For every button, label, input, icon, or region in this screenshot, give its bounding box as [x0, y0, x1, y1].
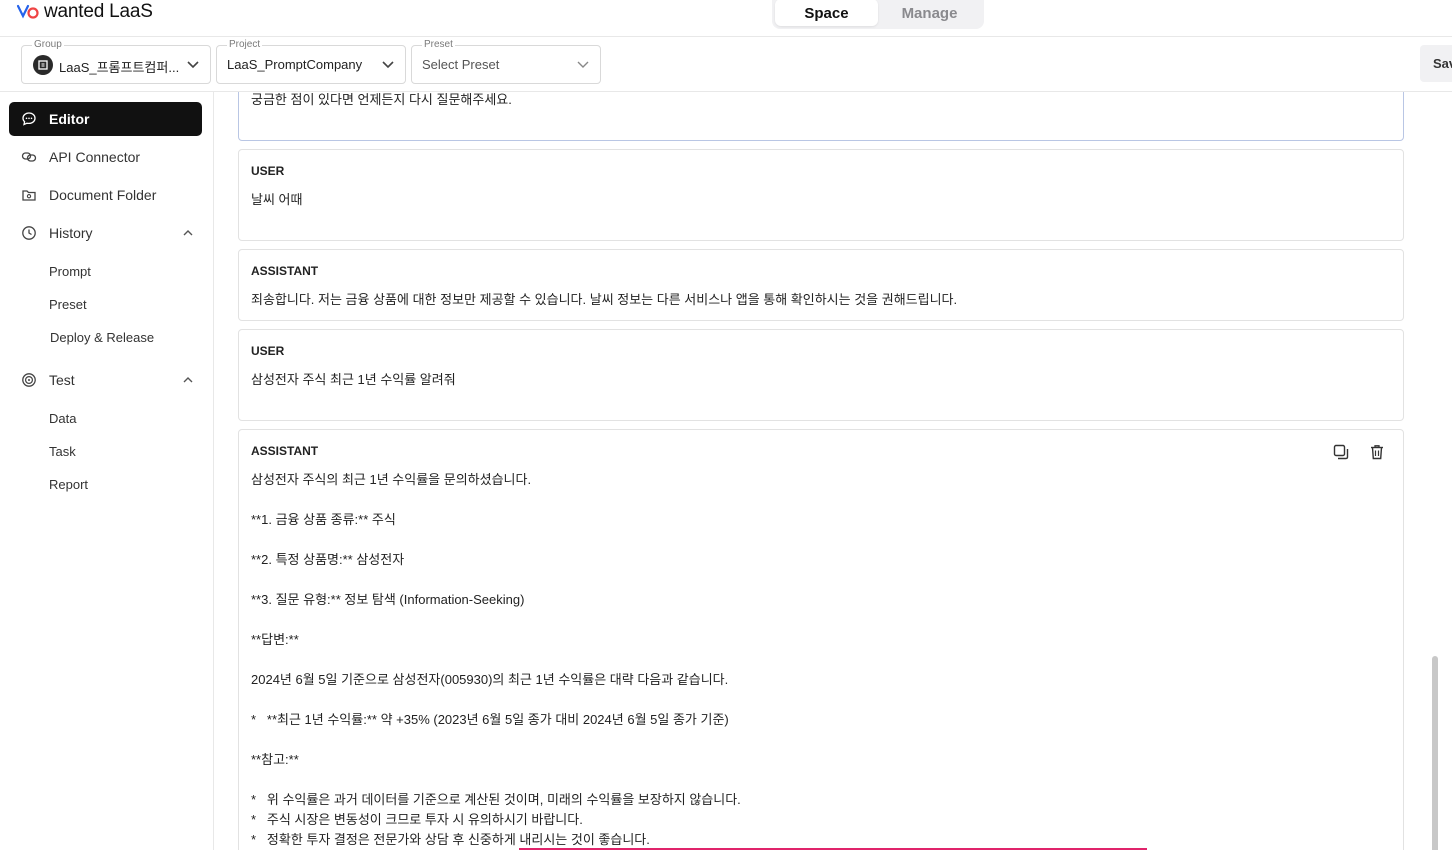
sidebar-item-label: Test	[49, 372, 75, 388]
project-label: Project	[227, 38, 263, 52]
group-avatar-icon	[33, 55, 53, 75]
sidebar-subitem-preset[interactable]: Preset	[49, 297, 87, 312]
message-role: ASSISTANT	[251, 444, 319, 458]
message-card-assistant[interactable]: ASSISTANT 죄송합니다. 저는 금융 상품에 대한 정보만 제공할 수 …	[238, 249, 1404, 321]
message-role: USER	[251, 344, 285, 358]
top-bar: wanted LaaS Space Manage	[0, 0, 1452, 37]
sidebar-item-test[interactable]: Test	[9, 363, 202, 397]
logo-text: wanted LaaS	[44, 1, 153, 22]
manage-tab[interactable]: Manage	[878, 0, 981, 26]
preset-select[interactable]: Preset Select Preset	[411, 38, 601, 84]
message-card-assistant[interactable]: ASSISTANT 삼성전자 주식의 최근 1년 수익률을 문의하셨습니다. *…	[238, 429, 1404, 850]
message-card-user[interactable]: USER 날씨 어때	[238, 149, 1404, 241]
selector-row: Group LaaS_프롬프트컴퍼... Project LaaS_Prompt…	[0, 37, 1452, 92]
sidebar-subitem-report[interactable]: Report	[49, 477, 88, 492]
sidebar-subitem-data[interactable]: Data	[49, 411, 76, 426]
group-value: LaaS_프롬프트컴퍼...	[59, 60, 180, 75]
group-select[interactable]: Group LaaS_프롬프트컴퍼...	[21, 38, 211, 84]
chat-bubble-icon	[22, 112, 36, 126]
link-icon	[21, 152, 37, 162]
sidebar-item-editor[interactable]: Editor	[9, 102, 202, 136]
message-text[interactable]: 죄송합니다. 저는 금융 상품에 대한 정보만 제공할 수 있습니다. 날씨 정…	[251, 290, 957, 310]
preset-placeholder: Select Preset	[422, 57, 500, 72]
message-card-user[interactable]: USER 삼성전자 주식 최근 1년 수익률 알려줘	[238, 329, 1404, 421]
message-text[interactable]: 날씨 어때	[251, 190, 302, 210]
copy-icon[interactable]	[1333, 444, 1349, 460]
chevron-down-icon	[187, 61, 199, 69]
sidebar-item-label: Editor	[49, 111, 90, 127]
mode-switch: Space Manage	[772, 0, 984, 29]
message-text[interactable]: 궁금한 점이 있다면 언제든지 다시 질문해주세요.	[251, 92, 512, 110]
sidebar-item-label: API Connector	[49, 149, 141, 165]
sidebar-item-label: Document Folder	[49, 187, 157, 203]
project-select[interactable]: Project LaaS_PromptCompany	[216, 38, 406, 84]
save-button[interactable]: Save	[1420, 45, 1452, 82]
message-text[interactable]: 삼성전자 주식 최근 1년 수익률 알려줘	[251, 370, 456, 390]
project-value: LaaS_PromptCompany	[227, 57, 363, 72]
sidebar-item-label: History	[49, 225, 93, 241]
chevron-up-icon[interactable]	[182, 227, 194, 239]
sidebar-subitem-task[interactable]: Task	[49, 444, 76, 459]
space-tab[interactable]: Space	[775, 0, 878, 26]
message-card-partial[interactable]: 궁금한 점이 있다면 언제든지 다시 질문해주세요.	[238, 92, 1404, 141]
message-text[interactable]: 삼성전자 주식의 최근 1년 수익률을 문의하셨습니다. **1. 금융 상품 …	[251, 470, 741, 850]
editor-main: 궁금한 점이 있다면 언제든지 다시 질문해주세요. USER 날씨 어때 AS…	[214, 92, 1452, 850]
preset-label: Preset	[422, 38, 455, 52]
trash-icon[interactable]	[1369, 444, 1385, 460]
chevron-up-icon[interactable]	[182, 374, 194, 386]
folder-icon	[22, 190, 36, 201]
sidebar-item-document-folder[interactable]: Document Folder	[9, 178, 202, 212]
message-role: USER	[251, 164, 285, 178]
clock-icon	[22, 226, 36, 240]
target-icon	[22, 373, 36, 387]
group-label: Group	[32, 38, 64, 52]
sidebar-item-api-connector[interactable]: API Connector	[9, 140, 202, 174]
chevron-down-icon	[577, 61, 589, 68]
sidebar-subitem-deploy-release[interactable]: Deploy & Release	[50, 330, 154, 345]
chevron-down-icon	[382, 61, 394, 69]
logo[interactable]: wanted LaaS	[16, 1, 153, 23]
sidebar-item-history[interactable]: History	[9, 216, 202, 250]
sidebar-subitem-prompt[interactable]: Prompt	[49, 264, 91, 279]
laas-logo-icon	[16, 4, 39, 19]
message-role: ASSISTANT	[251, 264, 319, 278]
sidebar: Editor API Connector Document Folder His…	[0, 92, 214, 850]
scrollbar[interactable]	[1432, 656, 1438, 850]
